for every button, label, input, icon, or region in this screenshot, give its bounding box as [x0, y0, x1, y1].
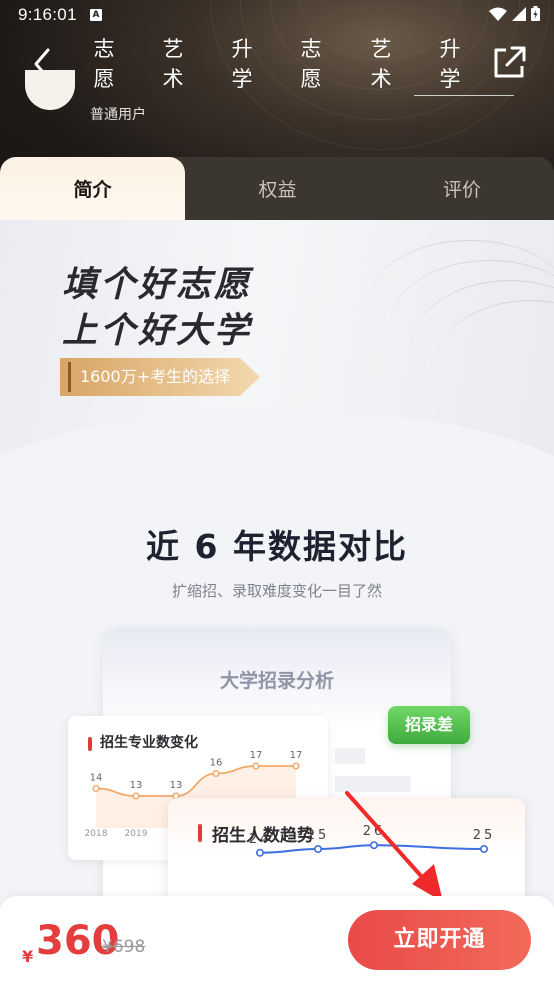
share-icon — [494, 46, 526, 78]
banner-headline: 上个好大学 — [62, 311, 253, 351]
header-nav: 志 愿 艺 术 升 学 志 愿 艺 术 升 学 — [88, 34, 518, 96]
data-point — [132, 792, 140, 800]
nav-item[interactable]: 艺 术 — [369, 34, 393, 92]
status-bar: 9:16:01 A — [0, 0, 554, 30]
nav-char: 志 — [93, 37, 115, 61]
analysis-card-title: 大学招录分析 — [219, 670, 334, 692]
nav-item[interactable]: 升 学 — [230, 34, 254, 92]
data-label: 17 — [290, 750, 303, 761]
nav-item[interactable]: 志 愿 — [92, 34, 116, 92]
nav-char: 术 — [162, 67, 184, 91]
data-label: 13 — [130, 780, 143, 791]
placeholder-bar — [335, 748, 365, 764]
original-price: ¥698 — [102, 937, 146, 957]
tab-benefits[interactable]: 权益 — [185, 157, 370, 220]
data-label: 17 — [250, 750, 263, 761]
data-point — [212, 769, 220, 778]
avatar — [25, 70, 75, 110]
nav-char: 升 — [231, 37, 253, 61]
wifi-icon — [489, 7, 507, 21]
tab-bar: 简介 权益 评价 — [0, 157, 554, 220]
section-title: 近 6 年数据对比 — [146, 527, 408, 566]
admission-badge: 招录差 — [388, 706, 470, 744]
nav-char: 学 — [231, 67, 253, 91]
data-label: 26 — [363, 824, 386, 839]
data-point — [479, 844, 488, 853]
share-button[interactable] — [490, 44, 528, 82]
banner-tag-label: 1600万+考生的选择 — [80, 367, 231, 386]
data-label: 24 — [249, 832, 272, 847]
placeholder-bar — [335, 776, 411, 792]
battery-icon — [531, 6, 540, 21]
data-label: 16 — [210, 758, 223, 769]
promo-banner: 填个好志愿 上个好大学 1600万+考生的选择 — [0, 220, 554, 480]
nav-char: 愿 — [93, 67, 115, 91]
data-label: 14 — [90, 773, 103, 784]
data-point — [370, 841, 379, 850]
nav-char: 志 — [300, 37, 322, 61]
nav-divider — [414, 95, 514, 96]
signal-icon — [512, 6, 526, 21]
nav-char: 艺 — [162, 37, 184, 61]
nav-item[interactable]: 艺 术 — [161, 34, 185, 92]
data-point — [92, 784, 100, 793]
purchase-bar: ¥ 360 ¥698 立即开通 — [0, 896, 554, 984]
notification-icon: A — [90, 9, 102, 21]
data-point — [252, 762, 260, 770]
nav-item[interactable]: 升 学 — [438, 34, 462, 92]
currency-symbol: ¥ — [22, 947, 34, 966]
banner-tag: 1600万+考生的选择 — [60, 358, 260, 396]
user-type-label: 普通用户 — [90, 107, 146, 123]
tick-label: 2019 — [125, 829, 148, 839]
nav-char: 学 — [439, 67, 461, 91]
nav-char: 升 — [439, 37, 461, 61]
tab-intro[interactable]: 简介 — [0, 157, 185, 220]
header: 9:16:01 A 志 愿 艺 术 升 学 志 愿 艺 术 升 学 普通用户 简… — [0, 0, 554, 220]
data-label: 13 — [170, 780, 183, 791]
status-time: 9:16:01 — [18, 5, 77, 24]
nav-char: 艺 — [370, 37, 392, 61]
nav-char: 愿 — [300, 67, 322, 91]
data-point — [292, 762, 300, 770]
activate-button[interactable]: 立即开通 — [348, 910, 531, 970]
section-subtitle: 扩缩招、录取难度变化一目了然 — [171, 582, 382, 600]
tick-label: 2018 — [85, 829, 108, 839]
nav-char: 术 — [370, 67, 392, 91]
data-label: 25 — [473, 828, 496, 843]
data-point — [256, 848, 265, 857]
tab-reviews[interactable]: 评价 — [370, 157, 554, 220]
data-point — [314, 844, 323, 853]
nav-item[interactable]: 志 愿 — [299, 34, 323, 92]
banner-headline: 填个好志愿 — [62, 265, 253, 305]
data-label: 25 — [307, 828, 330, 843]
tag-marker — [68, 362, 71, 392]
enrollment-trend-card: 招生人数趋势 24 25 26 25 — [168, 798, 525, 908]
enrollment-trend-chart: 24 25 26 25 — [249, 824, 496, 857]
